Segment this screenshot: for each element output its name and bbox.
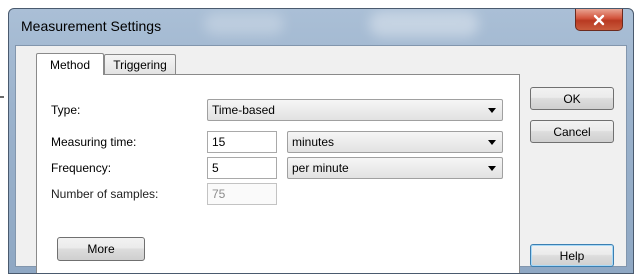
frequency-unit-value: per minute (292, 161, 349, 175)
title-bar-glare (204, 13, 284, 35)
measurement-settings-dialog: Measurement Settings Method Triggering T… (8, 8, 634, 274)
window-title: Measurement Settings (21, 18, 162, 34)
type-select[interactable]: Time-based (207, 99, 503, 121)
type-label: Type: (51, 103, 81, 117)
close-x-icon (593, 14, 605, 25)
frequency-unit-select[interactable]: per minute (287, 157, 503, 179)
number-of-samples-field: 75 (207, 183, 277, 205)
method-tab-panel: Type: Time-based Measuring time: 15 minu… (36, 74, 520, 273)
cancel-button-label: Cancel (553, 124, 591, 139)
measuring-time-label: Measuring time: (51, 135, 137, 149)
measuring-time-unit-value: minutes (292, 135, 335, 149)
chevron-down-icon (488, 108, 496, 113)
frequency-label: Frequency: (51, 161, 112, 175)
help-button-label: Help (559, 248, 585, 263)
tab-triggering[interactable]: Triggering (104, 54, 176, 74)
help-button[interactable]: Help (530, 244, 614, 267)
title-bar[interactable]: Measurement Settings (9, 9, 633, 45)
more-button-label: More (87, 242, 115, 256)
measuring-time-value: 15 (212, 135, 226, 149)
more-button[interactable]: More (57, 237, 145, 261)
ok-button-label: OK (563, 91, 581, 106)
measuring-time-input[interactable]: 15 (207, 131, 277, 153)
cancel-button[interactable]: Cancel (530, 120, 614, 143)
ok-button[interactable]: OK (530, 87, 614, 110)
tab-triggering-label: Triggering (113, 57, 167, 72)
dialog-client-area: Method Triggering Type: Time-based Measu… (15, 45, 627, 273)
measuring-time-unit-select[interactable]: minutes (287, 131, 503, 153)
tab-method[interactable]: Method (36, 53, 104, 75)
frequency-input[interactable]: 5 (207, 157, 277, 179)
tab-method-label: Method (49, 57, 91, 72)
title-bar-glare (369, 11, 479, 37)
close-button[interactable] (575, 9, 623, 31)
background-line (0, 96, 4, 98)
chevron-down-icon (488, 166, 496, 171)
chevron-down-icon (488, 140, 496, 145)
number-of-samples-label: Number of samples: (51, 187, 159, 201)
frequency-value: 5 (212, 161, 219, 175)
number-of-samples-value: 75 (212, 187, 226, 201)
type-select-value: Time-based (212, 103, 275, 117)
